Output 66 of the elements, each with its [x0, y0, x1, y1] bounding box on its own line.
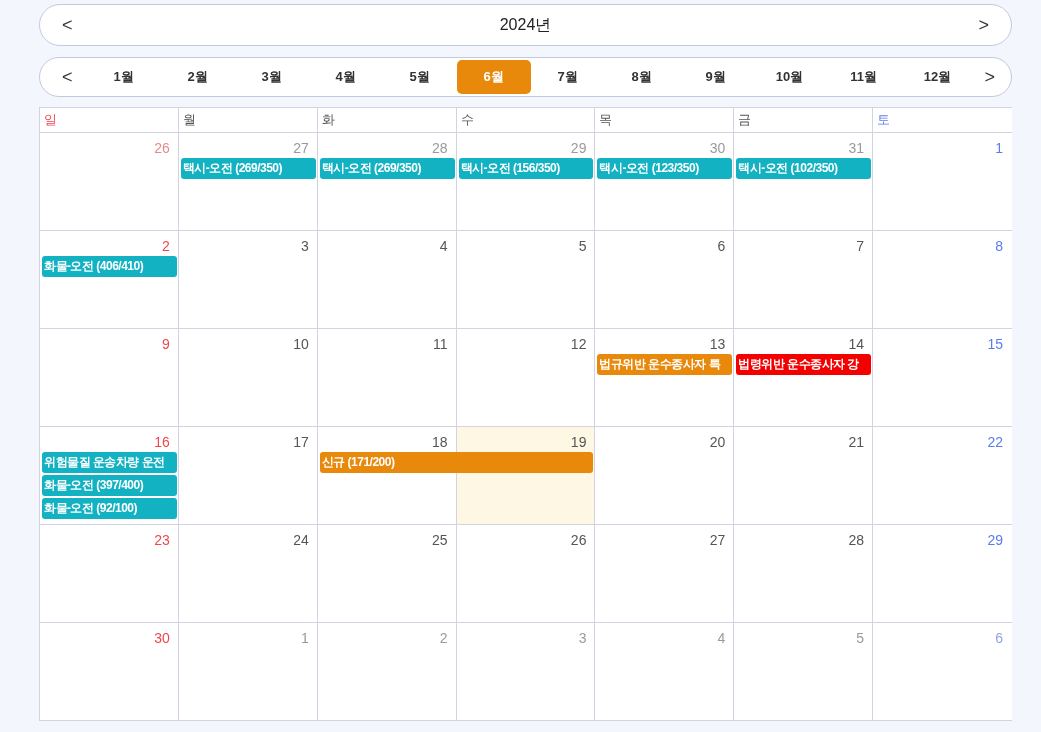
day-number: 26 [154, 140, 170, 156]
day-number: 14 [848, 336, 865, 352]
day-number: 28 [432, 140, 448, 156]
month-tab[interactable]: 10월 [752, 60, 827, 94]
weekday-header: 화 [317, 108, 457, 132]
day-number: 23 [154, 532, 170, 548]
day-number: 9 [162, 336, 170, 352]
day-number: 6 [995, 630, 1003, 646]
day-number: 21 [848, 434, 865, 450]
day-number: 4 [439, 238, 448, 254]
month-tab[interactable]: 3월 [234, 60, 309, 94]
day-number: 5 [856, 630, 865, 646]
day-number: 2 [162, 238, 170, 254]
day-number: 19 [570, 434, 587, 450]
next-month-button[interactable]: > [978, 66, 1002, 88]
day-number: 11 [433, 336, 448, 352]
day-number: 24 [293, 532, 309, 548]
prev-year-button[interactable]: < [56, 14, 79, 36]
day-number: 7 [856, 238, 865, 254]
day-number: 4 [717, 630, 726, 646]
month-tab[interactable]: 4월 [308, 60, 383, 94]
day-number: 20 [709, 434, 726, 450]
month-tab[interactable]: 2월 [160, 60, 235, 94]
day-number: 29 [987, 532, 1003, 548]
month-tab[interactable]: 11월 [826, 60, 901, 94]
month-tab[interactable]: 1월 [86, 60, 161, 94]
month-tab[interactable]: 5월 [382, 60, 457, 94]
day-number: 3 [578, 630, 587, 646]
day-number: 27 [293, 140, 309, 156]
day-number: 17 [293, 434, 309, 450]
weekday-header: 토 [876, 111, 892, 129]
day-number: 18 [432, 434, 448, 450]
day-number: 15 [987, 336, 1003, 352]
day-number: 16 [154, 434, 170, 450]
event-bar[interactable]: 법령위반 운수종사자 강 [736, 354, 872, 375]
day-number: 10 [293, 336, 309, 352]
day-number: 1 [995, 140, 1003, 156]
weekday-header: 월 [178, 108, 318, 132]
month-tab[interactable]: 9월 [678, 60, 753, 94]
day-number: 31 [848, 140, 865, 156]
year-title: 2024년 [499, 14, 552, 35]
day-number: 5 [578, 238, 587, 254]
day-number: 30 [709, 140, 726, 156]
day-number: 3 [300, 238, 309, 254]
day-number: 26 [570, 532, 587, 548]
day-number: 25 [432, 532, 448, 548]
day-number: 2 [439, 630, 448, 646]
day-number: 29 [570, 140, 587, 156]
day-number: 12 [570, 336, 587, 352]
day-number: 30 [154, 630, 170, 646]
month-tab[interactable]: 12월 [900, 60, 975, 94]
weekday-header: 수 [456, 108, 596, 132]
weekday-header: 목 [595, 108, 735, 132]
day-number: 22 [987, 434, 1003, 450]
day-number: 1 [300, 630, 309, 646]
next-year-button[interactable]: > [972, 14, 995, 36]
month-tab[interactable]: 8월 [604, 60, 679, 94]
month-tab[interactable]: 7월 [530, 60, 605, 94]
day-number: 8 [995, 238, 1003, 254]
weekday-header: 금 [734, 108, 874, 132]
prev-month-button[interactable]: < [56, 66, 79, 88]
day-number: 6 [717, 238, 726, 254]
day-number: 13 [709, 336, 726, 352]
weekday-header: 일 [40, 108, 179, 132]
day-number: 28 [848, 532, 865, 548]
day-number: 27 [709, 532, 726, 548]
